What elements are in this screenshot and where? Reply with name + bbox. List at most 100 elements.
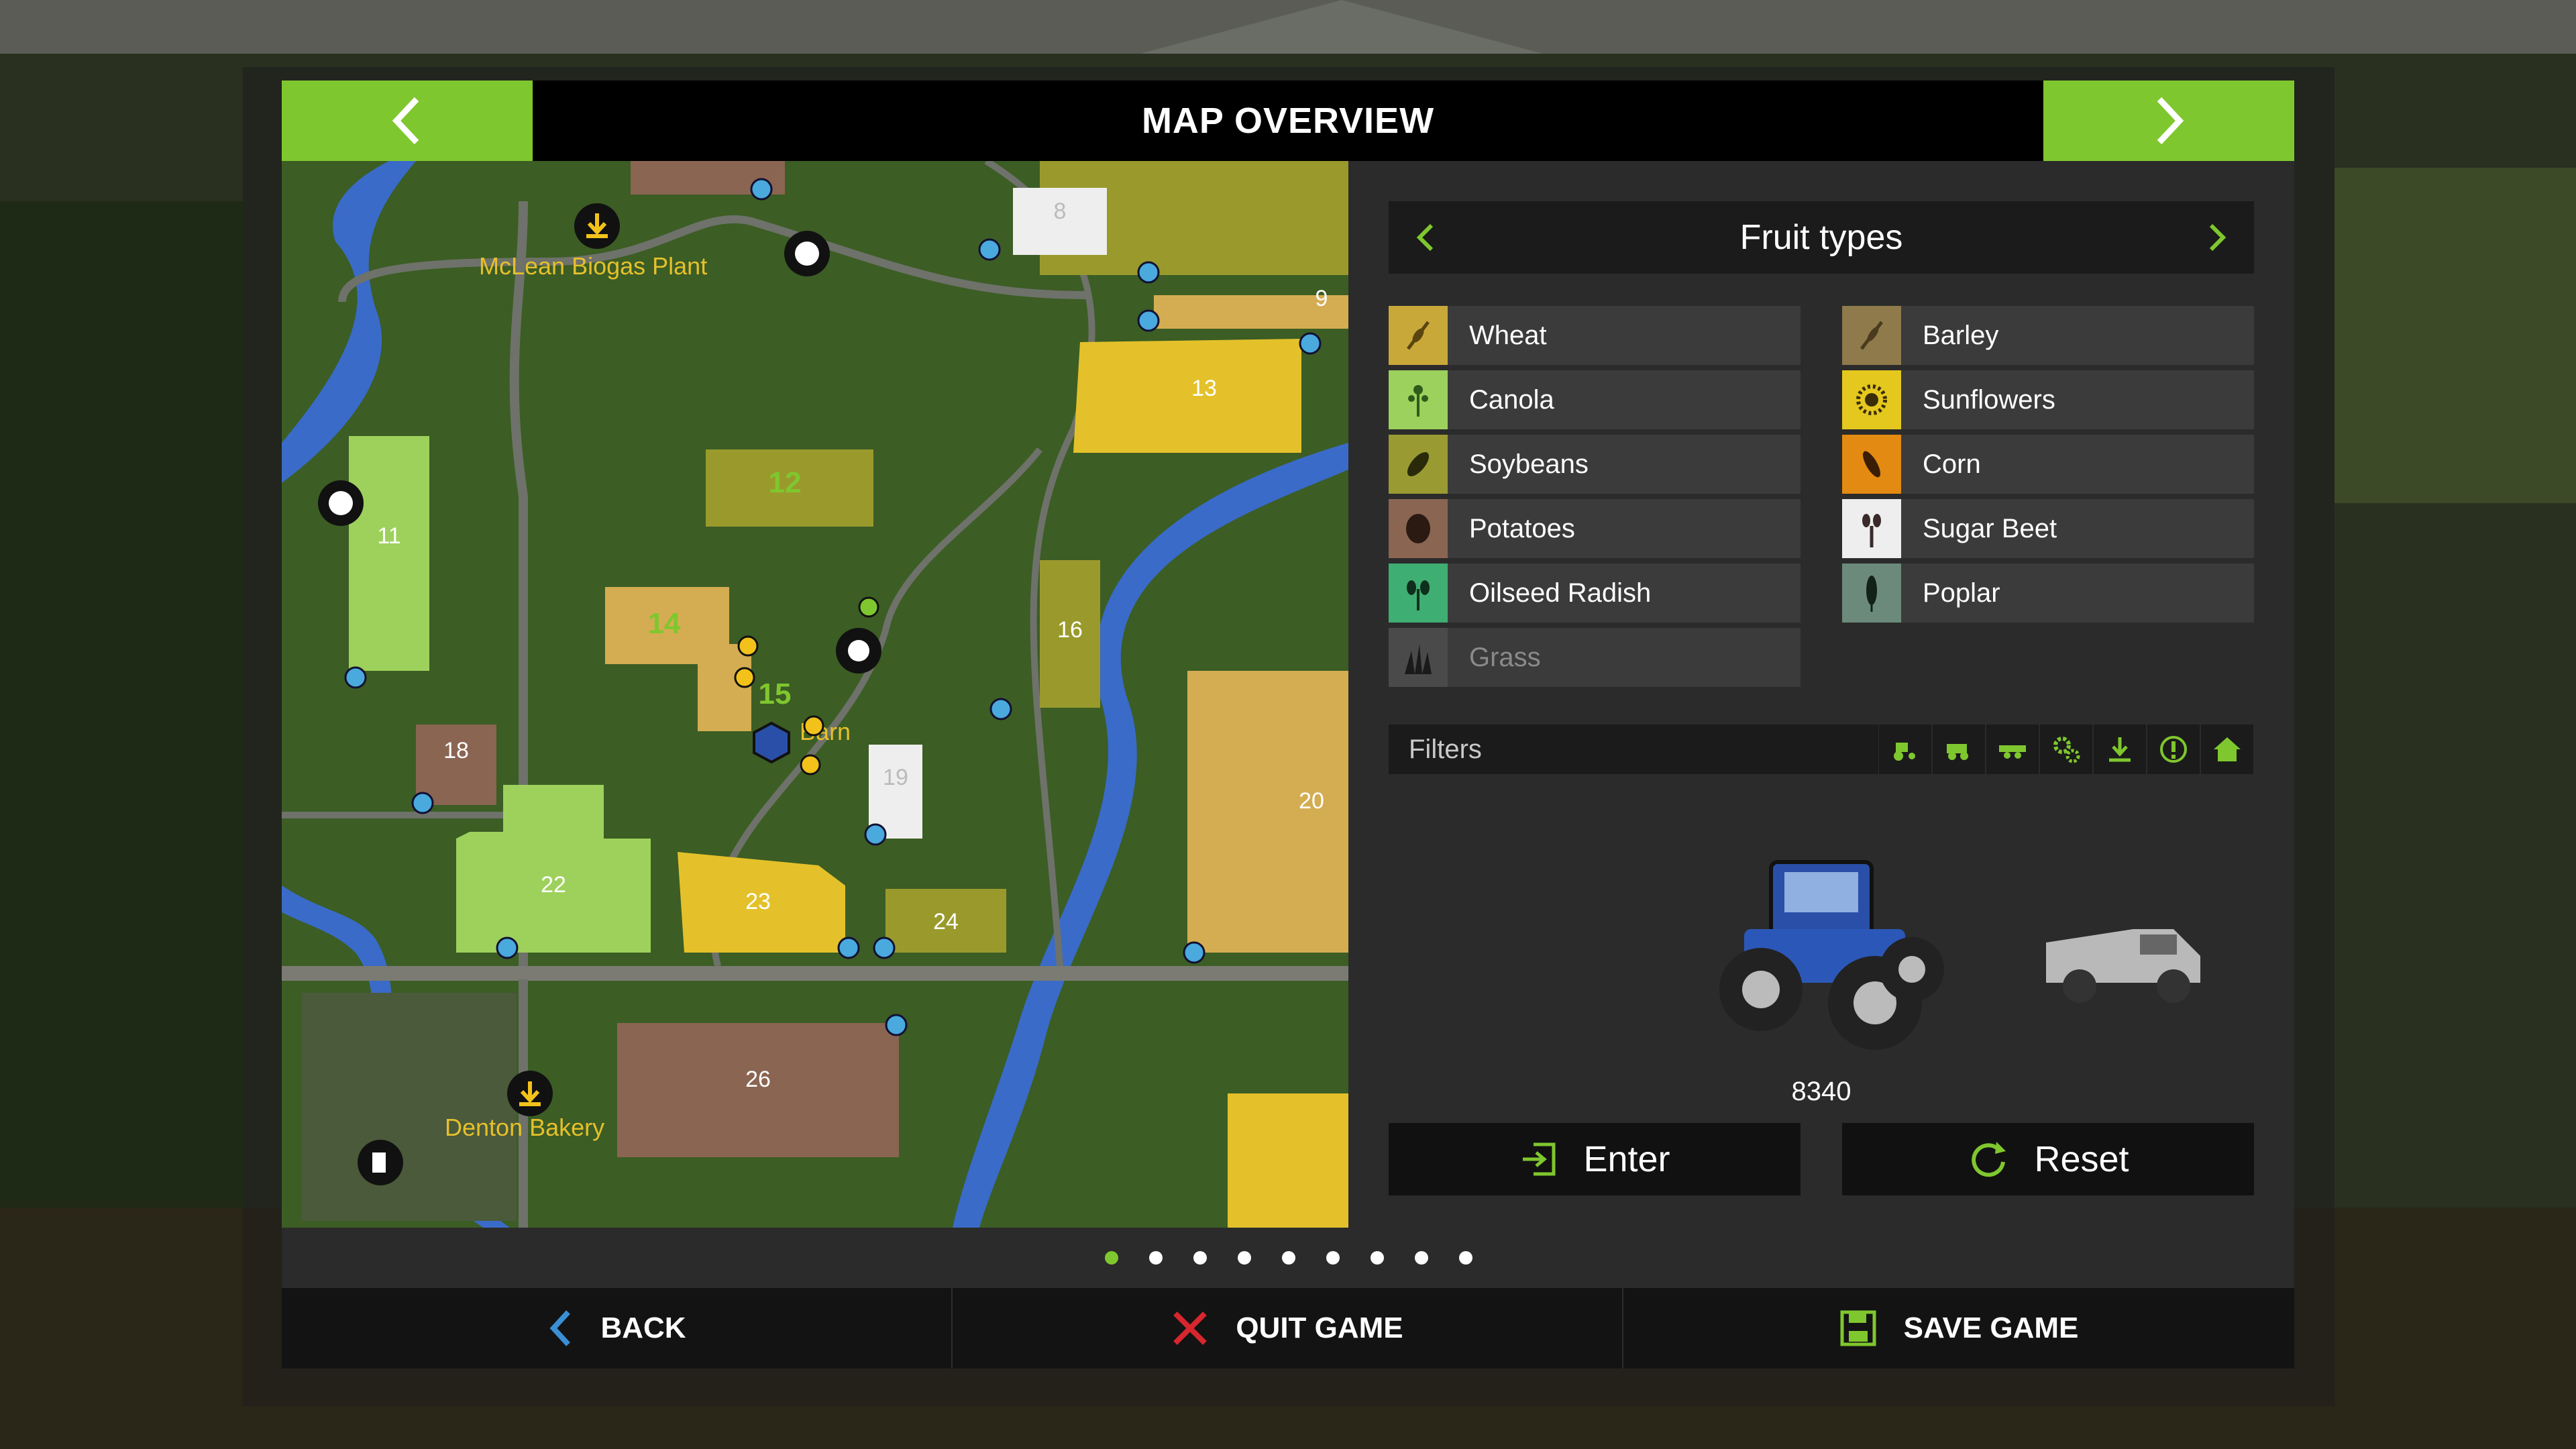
field-20-label: 20 bbox=[1299, 788, 1324, 814]
quit-label: QUIT GAME bbox=[1236, 1311, 1403, 1344]
field-8-label: 8 bbox=[1053, 199, 1067, 224]
farm-filter-icon bbox=[2214, 737, 2241, 761]
chevron-right-icon bbox=[2209, 223, 2226, 252]
field-16-label: 16 bbox=[1057, 617, 1083, 643]
combine-filter-icon bbox=[1947, 744, 1968, 760]
fruit-item-poplar[interactable]: Poplar bbox=[1842, 564, 2254, 623]
canola-icon bbox=[1389, 370, 1448, 429]
reset-icon bbox=[1972, 1142, 2006, 1177]
field-19-label: 19 bbox=[883, 765, 908, 790]
fruit-label: Wheat bbox=[1469, 321, 1547, 350]
field-26-label: 26 bbox=[745, 1067, 771, 1092]
field-12-label: 12 bbox=[768, 466, 802, 499]
fruit-item-sugar-beet[interactable]: Sugar Beet bbox=[1842, 499, 2254, 558]
tractor-filter-button[interactable] bbox=[1879, 724, 1931, 774]
fruit-item-grass[interactable]: Grass bbox=[1389, 628, 1801, 687]
fruit-item-corn[interactable]: Corn bbox=[1842, 435, 2254, 494]
fruit-label: Canola bbox=[1469, 385, 1554, 415]
page-dot[interactable] bbox=[1326, 1251, 1340, 1265]
field-23-label: 23 bbox=[745, 889, 771, 914]
field-14-label: 14 bbox=[647, 607, 681, 640]
soybean-icon bbox=[1389, 435, 1448, 494]
fruit-label: Grass bbox=[1469, 643, 1541, 672]
tractor-vehicle-image[interactable] bbox=[1697, 835, 1952, 1057]
close-icon bbox=[1173, 1311, 1208, 1345]
fruit-item-oilseed-radish[interactable]: Oilseed Radish bbox=[1389, 564, 1801, 623]
fruit-item-sunflowers[interactable]: Sunflowers bbox=[1842, 370, 2254, 429]
page-dot[interactable] bbox=[1238, 1251, 1251, 1265]
fruit-label: Potatoes bbox=[1469, 514, 1575, 543]
back-button[interactable]: BACK bbox=[282, 1288, 951, 1368]
fruit-types-prev-button[interactable] bbox=[1389, 201, 1461, 274]
field-11-label: 11 bbox=[377, 523, 401, 549]
page-dot[interactable] bbox=[1282, 1251, 1295, 1265]
field-22-label: 22 bbox=[541, 872, 566, 898]
tools-filter-button[interactable] bbox=[2040, 724, 2092, 774]
fruit-item-potatoes[interactable]: Potatoes bbox=[1389, 499, 1801, 558]
fruit-item-wheat[interactable]: Wheat bbox=[1389, 306, 1801, 365]
sunflower-icon bbox=[1842, 370, 1901, 429]
farm-filter-button[interactable] bbox=[2201, 724, 2253, 774]
barley-icon bbox=[1842, 306, 1901, 365]
map-view[interactable]: McLean Biogas Plant Denton Bakery Barn 8… bbox=[282, 161, 1348, 1228]
trailer-filter-button[interactable] bbox=[1986, 724, 2039, 774]
fruit-item-canola[interactable]: Canola bbox=[1389, 370, 1801, 429]
field-24-label: 24 bbox=[933, 909, 959, 934]
page-dot[interactable] bbox=[1459, 1251, 1472, 1265]
trailer-filter-icon bbox=[1999, 745, 2026, 759]
field-9-label: 9 bbox=[1315, 286, 1328, 311]
fruit-label: Barley bbox=[1923, 321, 1999, 350]
hotspot-filter-button[interactable] bbox=[2147, 724, 2200, 774]
save-icon bbox=[1840, 1310, 1876, 1346]
poplar-icon bbox=[1842, 564, 1901, 623]
enter-icon bbox=[1523, 1142, 1556, 1176]
page-dot[interactable] bbox=[1149, 1251, 1163, 1265]
page-dot[interactable] bbox=[1105, 1251, 1118, 1265]
save-game-button[interactable]: SAVE GAME bbox=[1623, 1288, 2294, 1368]
fruit-label: Soybeans bbox=[1469, 449, 1589, 479]
combine-filter-button[interactable] bbox=[1933, 724, 1985, 774]
page-dot[interactable] bbox=[1415, 1251, 1428, 1265]
map-terrain bbox=[282, 161, 1348, 1228]
fruit-label: Sunflowers bbox=[1923, 385, 2055, 415]
enter-label: Enter bbox=[1583, 1139, 1670, 1179]
save-label: SAVE GAME bbox=[1903, 1311, 2079, 1344]
filters-label: Filters bbox=[1409, 735, 1482, 764]
sugar-beet-icon bbox=[1842, 499, 1901, 558]
barn-label: Barn bbox=[800, 718, 851, 745]
reset-button[interactable]: Reset bbox=[1842, 1123, 2254, 1195]
page-title: MAP OVERVIEW bbox=[1141, 101, 1435, 141]
potato-icon bbox=[1389, 499, 1448, 558]
quit-game-button[interactable]: QUIT GAME bbox=[953, 1288, 1622, 1368]
pickup-truck-image[interactable] bbox=[2033, 902, 2214, 1013]
selling-point-filter-icon bbox=[2109, 737, 2131, 762]
fruit-label: Sugar Beet bbox=[1923, 514, 2057, 543]
selling-point-filter-button[interactable] bbox=[2094, 724, 2146, 774]
fruit-item-soybeans[interactable]: Soybeans bbox=[1389, 435, 1801, 494]
fruit-label: Oilseed Radish bbox=[1469, 578, 1652, 608]
enter-button[interactable]: Enter bbox=[1389, 1123, 1801, 1195]
hotspot-filter-icon bbox=[2160, 736, 2187, 763]
fruit-item-barley[interactable]: Barley bbox=[1842, 306, 2254, 365]
next-page-button[interactable] bbox=[2043, 80, 2294, 161]
tools-filter-icon bbox=[2053, 737, 2080, 763]
fruit-types-next-button[interactable] bbox=[2182, 201, 2254, 274]
chevron-left-icon bbox=[1416, 223, 1434, 252]
oilseed-radish-icon bbox=[1389, 564, 1448, 623]
fruit-label: Corn bbox=[1923, 449, 1981, 479]
page-dot[interactable] bbox=[1371, 1251, 1384, 1265]
reset-label: Reset bbox=[2034, 1139, 2129, 1179]
vehicle-name: 8340 bbox=[1791, 1077, 1851, 1106]
page-dot[interactable] bbox=[1193, 1251, 1207, 1265]
field-13-label: 13 bbox=[1191, 376, 1217, 401]
chevron-right-icon bbox=[2157, 97, 2184, 145]
corn-icon bbox=[1842, 435, 1901, 494]
denton-bakery-label: Denton Bakery bbox=[445, 1114, 605, 1141]
grass-icon bbox=[1389, 628, 1448, 687]
prev-page-button[interactable] bbox=[282, 80, 533, 161]
wheat-icon bbox=[1389, 306, 1448, 365]
field-15-label: 15 bbox=[758, 678, 792, 710]
fruit-label: Poplar bbox=[1923, 578, 2000, 608]
back-arrow-icon bbox=[550, 1310, 571, 1346]
chevron-left-icon bbox=[392, 97, 419, 145]
